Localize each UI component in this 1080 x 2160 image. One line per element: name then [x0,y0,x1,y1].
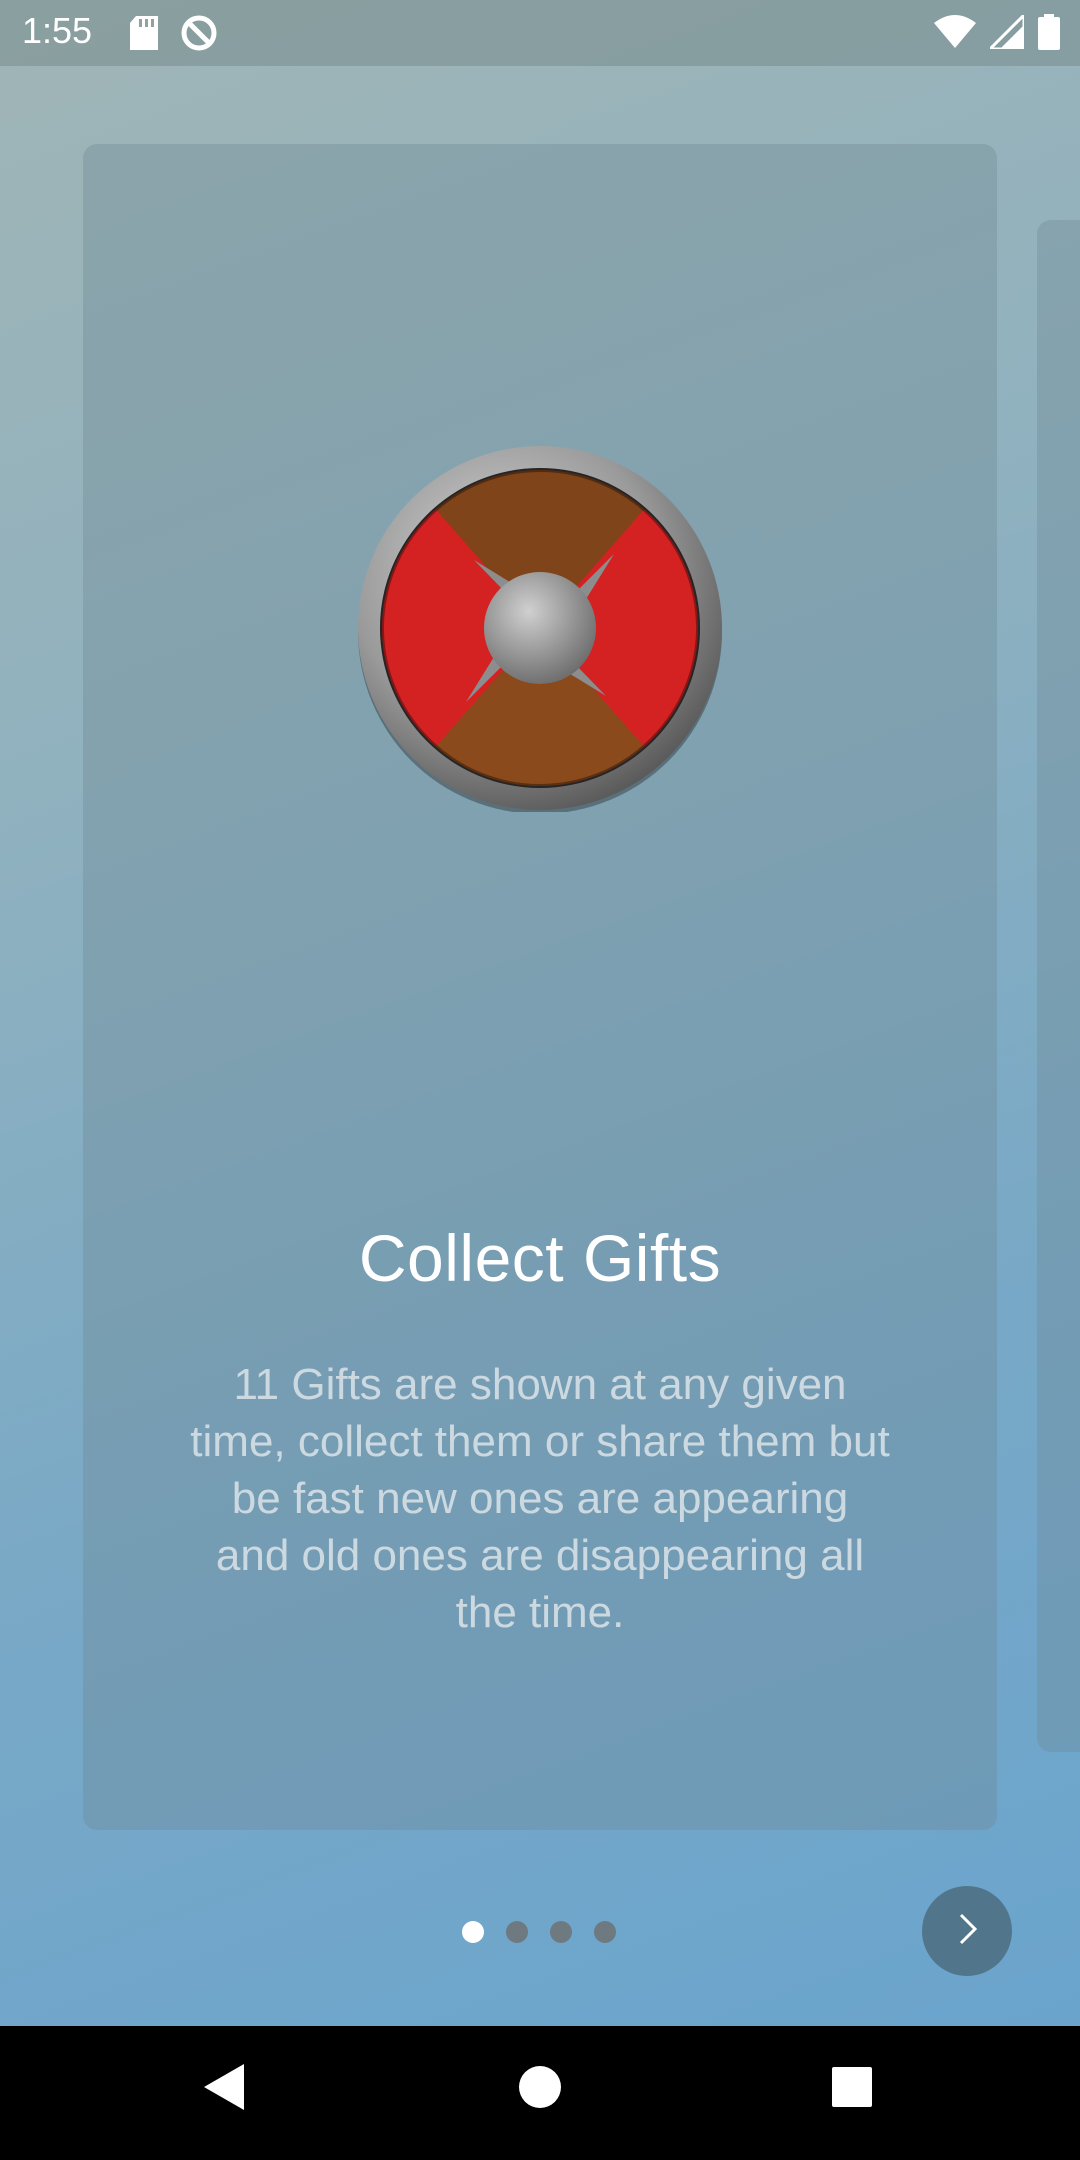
onboarding-screen: 1:55 Collect Gifts 11 Gifts are shown at… [0,0,1080,2026]
page-dot-1[interactable] [462,1921,484,1943]
page-dot-2[interactable] [506,1921,528,1943]
status-bar: 1:55 [0,0,1080,66]
signal-icon [986,11,1026,54]
do-not-disturb-icon [180,14,218,57]
wifi-icon [934,15,976,54]
page-dot-4[interactable] [594,1921,616,1943]
card-description: 11 Gifts are shown at any given time, co… [190,1360,890,1637]
back-icon[interactable] [202,2062,246,2117]
shield-emblem-icon [356,444,724,814]
navigation-bar [0,2026,1080,2160]
card-title: Collect Gifts [358,1221,722,1295]
page-indicator [462,1921,616,1943]
chevron-right-icon [947,1909,987,1954]
next-button[interactable] [922,1886,1012,1976]
page-dot-3[interactable] [550,1921,572,1943]
home-icon[interactable] [518,2062,562,2117]
status-time: 1:55 [22,10,93,51]
sd-card-icon [130,16,158,55]
next-card-preview[interactable] [1037,220,1080,1752]
recents-icon[interactable] [830,2062,874,2117]
battery-icon [1038,14,1060,55]
